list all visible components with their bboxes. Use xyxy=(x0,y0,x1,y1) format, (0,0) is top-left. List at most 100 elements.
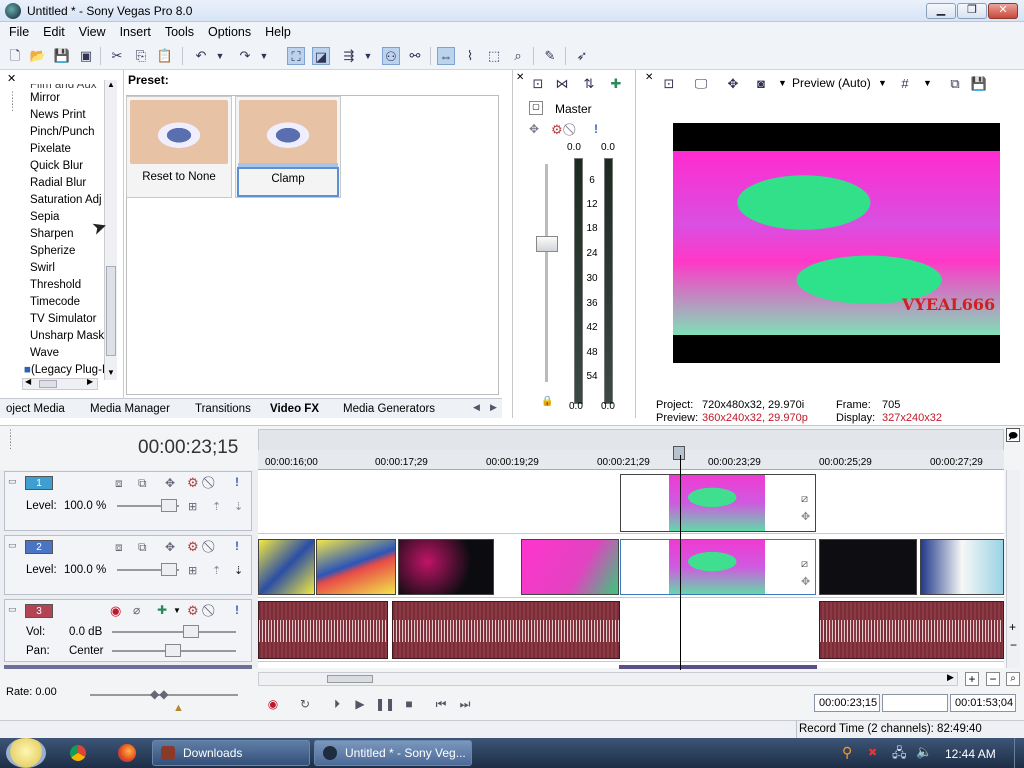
event-pan-crop-icon[interactable]: ⧄ xyxy=(801,558,808,571)
menu-options[interactable]: Options xyxy=(201,22,258,42)
stop-icon[interactable]: ■ xyxy=(400,695,418,713)
track-header-video-1[interactable]: ▭ 1 ⧈ ⧉ ✥ ⚙ ⃠ ! Level: 100.0 % ⊞ ⇡ ⇣ xyxy=(4,471,252,531)
lane-video-1[interactable]: ⧄ ✥ xyxy=(258,470,1004,534)
master-pan-icon[interactable]: ✥ xyxy=(529,122,539,136)
fx-item-sepia[interactable]: Sepia xyxy=(0,209,104,226)
master-solo-icon[interactable]: ! xyxy=(594,122,598,136)
master-fader-handle[interactable] xyxy=(536,236,558,252)
undo-dropdown-icon[interactable]: ▼ xyxy=(214,47,226,65)
fx-item-news-print[interactable]: News Print xyxy=(0,107,104,124)
enable-snapping-icon[interactable]: ⛶ xyxy=(287,47,305,65)
master-downmix-icon[interactable]: ⋈ xyxy=(553,75,571,93)
fx-item-spherize[interactable]: Spherize xyxy=(0,243,104,260)
timeline-hscrollbar[interactable]: ▶ xyxy=(258,672,958,686)
task-downloads[interactable]: Downloads xyxy=(152,740,310,766)
task-sony-vegas[interactable]: Untitled * - Sony Veg... xyxy=(314,740,472,766)
rate-slider-handle[interactable]: ◆◆ xyxy=(150,687,168,701)
parent-up-icon[interactable]: ⇡ xyxy=(212,564,221,577)
pan-slider-handle[interactable] xyxy=(165,644,181,657)
scroll-right-icon[interactable]: ▶ xyxy=(947,672,954,683)
help-pointer-icon[interactable]: ➶ xyxy=(573,47,591,65)
preview-fx-icon[interactable]: ✥ xyxy=(724,75,742,93)
system-clock[interactable]: 12:44 AM xyxy=(945,747,996,761)
copy-icon[interactable]: ⎘ xyxy=(132,47,150,65)
fx-item-mirror[interactable]: Mirror xyxy=(0,90,104,107)
solo-icon[interactable]: ! xyxy=(235,539,239,553)
tab-media-generators[interactable]: Media Generators xyxy=(343,401,435,417)
ripple-dropdown-icon[interactable]: ▼ xyxy=(362,47,374,65)
video-clip[interactable] xyxy=(920,539,1004,595)
invert-phase-icon[interactable]: ⌀ xyxy=(133,603,140,617)
level-slider-handle[interactable] xyxy=(161,499,177,512)
chrome-icon[interactable] xyxy=(70,745,86,761)
composite-mode-icon[interactable]: ⧈ xyxy=(115,476,123,491)
fx-item-sharpen[interactable]: Sharpen xyxy=(0,226,104,243)
master-lock-icon[interactable]: ⇅ xyxy=(580,75,598,93)
track-fx-chain-icon[interactable]: ✚ xyxy=(157,603,167,617)
track-header-audio-3[interactable]: ▭ 3 ◉ ⌀ ✚ ▼ ⚙ ⃠ ! Vol: 0.0 dB Pan: Cente… xyxy=(4,599,252,662)
menu-file[interactable]: File xyxy=(2,22,36,42)
zoom-in-horizontal-icon[interactable]: + xyxy=(965,672,979,686)
minimize-button[interactable]: ▁ xyxy=(926,3,956,19)
video-clip[interactable] xyxy=(398,539,494,595)
make-compositing-child-icon[interactable]: ⧉ xyxy=(138,540,147,555)
go-to-end-icon[interactable]: ⏭ xyxy=(456,695,474,713)
search-tray-icon[interactable]: ⚲ xyxy=(842,744,852,761)
go-to-start-icon[interactable]: ⏮ xyxy=(432,695,450,713)
parent-down-icon[interactable]: ⇣ xyxy=(234,564,243,577)
save-snapshot-icon[interactable]: 💾 xyxy=(970,75,988,93)
selection-length-field[interactable]: 00:01:53;04 xyxy=(950,694,1016,712)
fx-item-pinch-punch[interactable]: Pinch/Punch xyxy=(0,124,104,141)
fx-item-swirl[interactable]: Swirl xyxy=(0,260,104,277)
solo-icon[interactable]: ! xyxy=(235,603,239,617)
copy-snapshot-icon[interactable]: ⧉ xyxy=(946,75,964,93)
marker-menu-icon[interactable]: 🗩 xyxy=(1006,428,1020,442)
record-icon[interactable]: ◉ xyxy=(264,695,282,713)
level-slider-handle[interactable] xyxy=(161,563,177,576)
tab-project-media[interactable]: oject Media xyxy=(6,401,65,417)
selection-tool-icon[interactable]: ⬚ xyxy=(485,47,503,65)
video-clip-selected[interactable]: ⧄ ✥ xyxy=(620,539,816,595)
track-fx-icon[interactable]: ⚙ xyxy=(187,539,199,555)
network-tray-icon[interactable]: 🖧 xyxy=(892,744,907,766)
fx-list-hscrollbar[interactable]: ◀ ▶ xyxy=(22,377,98,390)
cursor-time-field[interactable]: 00:00:23;15 xyxy=(814,694,880,712)
ignore-grouping-icon[interactable]: ⚯ xyxy=(406,47,424,65)
hscroll-thumb[interactable] xyxy=(327,675,373,683)
split-screen-icon[interactable]: ◙ xyxy=(752,75,770,93)
menu-help[interactable]: Help xyxy=(258,22,298,42)
split-dropdown-icon[interactable]: ▼ xyxy=(778,78,787,88)
play-icon[interactable]: ▶ xyxy=(351,695,369,713)
redo-dropdown-icon[interactable]: ▼ xyxy=(258,47,270,65)
fx-item-threshold[interactable]: Threshold xyxy=(0,277,104,294)
track-motion-icon[interactable]: ✥ xyxy=(165,540,175,554)
scroll-left-icon[interactable]: ◀ xyxy=(25,377,31,386)
event-pan-crop-icon[interactable]: ⧄ xyxy=(801,493,808,506)
envelope-tool-icon[interactable]: ⌇ xyxy=(461,47,479,65)
security-tray-icon[interactable]: ✖ xyxy=(868,746,877,759)
preview-properties-icon[interactable]: ⊡ xyxy=(660,75,678,93)
cut-icon[interactable]: ✂ xyxy=(108,47,126,65)
video-clip[interactable] xyxy=(521,539,619,595)
selection-start-field[interactable] xyxy=(882,694,948,712)
fx-item-tv-simulator[interactable]: TV Simulator xyxy=(0,311,104,328)
start-button[interactable] xyxy=(6,738,46,768)
vegas-app-icon[interactable] xyxy=(5,3,21,19)
fx-item-pixelate[interactable]: Pixelate xyxy=(0,141,104,158)
timeline-vscrollbar[interactable]: + − xyxy=(1006,470,1020,668)
fx-item-saturation-adjust[interactable]: Saturation Adj xyxy=(0,192,104,209)
track-motion-icon[interactable]: ✥ xyxy=(165,476,175,490)
audio-clip[interactable] xyxy=(819,601,1004,659)
tab-video-fx[interactable]: Video FX xyxy=(270,401,319,417)
rate-center-marker-icon[interactable]: ▲ xyxy=(173,702,184,714)
preset-reset-to-none[interactable]: Reset to None xyxy=(126,96,232,198)
compositing-child-icon[interactable]: ⊞ xyxy=(188,564,197,577)
ripple-edit-icon[interactable]: ⇶ xyxy=(340,47,358,65)
track-header-video-2[interactable]: ▭ 2 ⧈ ⧉ ✥ ⚙ ⃠ ! Level: 100.0 % ⊞ ⇡ ⇣ xyxy=(4,535,252,595)
scroll-right-icon[interactable]: ▶ xyxy=(87,377,93,386)
normal-edit-tool-icon[interactable]: ⇔ xyxy=(437,47,455,65)
scrollbar-thumb[interactable] xyxy=(106,266,116,356)
loop-playback-icon[interactable]: ↻ xyxy=(296,695,314,713)
track-minimize-icon[interactable]: ▭ xyxy=(8,540,17,551)
menu-tools[interactable]: Tools xyxy=(158,22,201,42)
